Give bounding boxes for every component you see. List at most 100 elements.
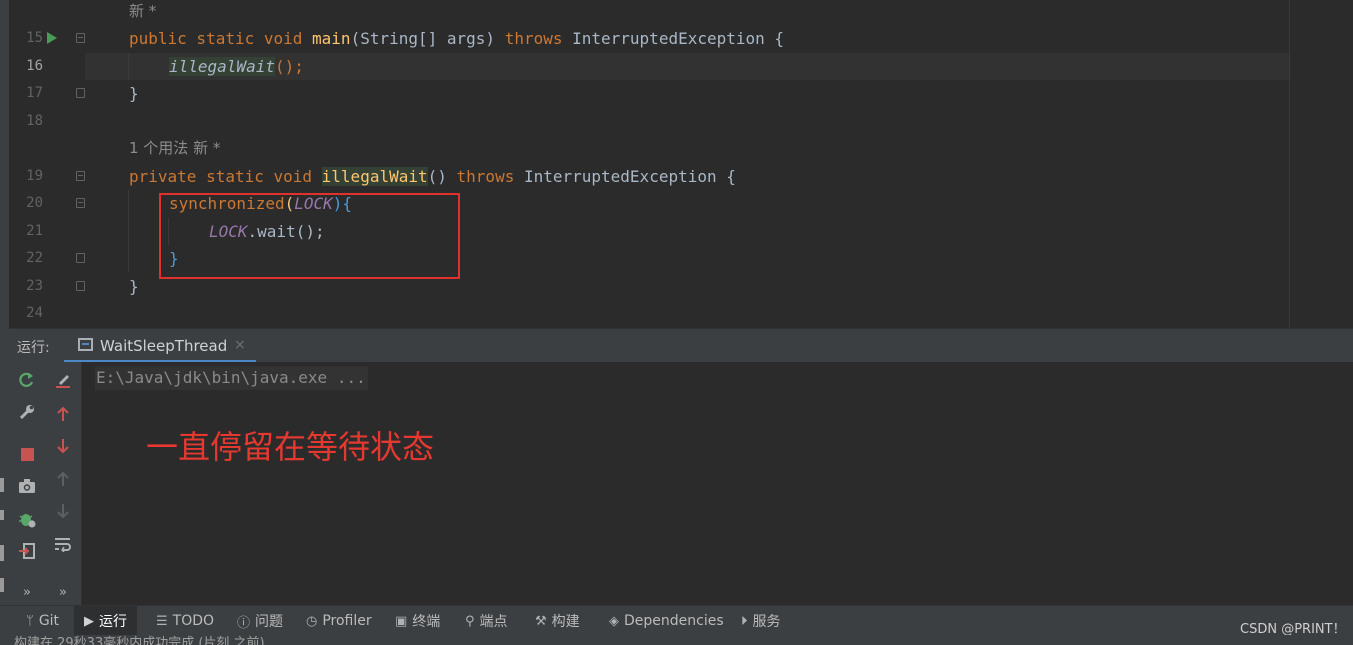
tab-todo[interactable]: ☰ TODO (150, 606, 220, 636)
code-line-19[interactable]: private static void illegalWait() throws… (129, 163, 736, 190)
console-window-icon (78, 338, 93, 351)
hammer-icon: ⚒ (535, 613, 547, 629)
line-number: 20 (26, 195, 43, 211)
code-editor[interactable]: 新 * 1 个用法 新 * 15 16 17 18 19 20 21 22 23… (0, 0, 1353, 328)
tab-label: 构建 (551, 614, 580, 630)
build-status-text[interactable]: 构建在 29秒33毫秒内成功完成 (片刻 之前) (14, 637, 265, 645)
clear-console-icon[interactable] (51, 368, 75, 392)
favorites-tab-marker[interactable] (0, 545, 4, 561)
tab-build[interactable]: ⚒ 构建 (529, 606, 586, 636)
code-method-name: main (312, 29, 351, 48)
tab-label: Profiler (322, 613, 372, 629)
list-icon: ☰ (156, 613, 168, 629)
soft-wrap-icon[interactable] (51, 532, 75, 556)
tab-label: 服务 (752, 614, 781, 630)
more-actions-icon[interactable]: » (15, 580, 39, 604)
tab-run[interactable]: ▶ 运行 (74, 606, 137, 636)
structure-tab-marker[interactable] (0, 478, 4, 492)
tab-git[interactable]: ᛘ Git (20, 606, 65, 636)
gutter-line-16: 16 (9, 53, 85, 80)
line-number: 21 (26, 223, 43, 239)
scroll-up-icon[interactable] (51, 467, 75, 491)
wrench-icon[interactable] (15, 400, 39, 424)
code-method-name: illegalWait (321, 167, 428, 186)
fold-marker-icon[interactable] (76, 198, 85, 208)
close-tab-icon[interactable]: × (234, 337, 246, 353)
code-method-call: illegalWait (169, 57, 275, 76)
inlay-hint-usages[interactable]: 1 个用法 新 * (129, 135, 220, 162)
tab-profiler[interactable]: ◷ Profiler (300, 606, 378, 636)
code-line-23[interactable]: } (129, 273, 139, 300)
problems-icon: ⓘ (237, 615, 251, 631)
run-main-icon[interactable] (47, 32, 57, 44)
run-icon: ▶ (84, 613, 94, 629)
gutter-line-17: 17 (9, 80, 85, 107)
tab-problems[interactable]: ⓘ 问题 (231, 606, 289, 636)
rerun-icon[interactable] (15, 368, 39, 392)
annotation-highlight-box (159, 193, 460, 279)
gutter-line-21: 21 (9, 218, 85, 245)
tab-services[interactable]: ⏵ 服务 (735, 606, 787, 636)
fold-end-icon[interactable] (76, 253, 85, 263)
run-toolbar-primary: » (9, 362, 45, 605)
tab-endpoints[interactable]: ⚲ 端点 (459, 606, 514, 636)
stop-icon[interactable] (15, 442, 39, 466)
code-line-16[interactable]: illegalWait(); (169, 53, 304, 80)
tab-dependencies[interactable]: ◈ Dependencies (603, 606, 730, 636)
tab-label: 问题 (255, 614, 284, 630)
database-tab-marker[interactable] (0, 578, 4, 592)
fold-end-icon[interactable] (76, 88, 85, 98)
bottom-tool-bar: ᛘ Git ▶ 运行 ☰ TODO ⓘ 问题 ◷ Profiler ▣ 终端 ⚲ 端点 ⚒ 构建… (0, 605, 1353, 636)
fold-end-icon[interactable] (76, 281, 85, 291)
line-number: 24 (26, 305, 43, 321)
tab-label: 端点 (479, 614, 508, 630)
gutter-line-18: 18 (9, 108, 85, 135)
console-command-line[interactable]: E:\Java\jdk\bin\java.exe ... (95, 366, 368, 390)
gutter-line-24: 24 (9, 300, 85, 327)
bookmarks-tab-marker[interactable] (0, 510, 4, 520)
run-tab-label: WaitSleepThread (100, 337, 228, 355)
line-number: 16 (26, 58, 43, 74)
tab-label: 终端 (412, 614, 441, 630)
run-config-tab[interactable]: WaitSleepThread × (64, 329, 256, 363)
code-text: (String[] args) (350, 29, 505, 48)
tab-label: TODO (172, 613, 215, 629)
inlay-hint-main[interactable]: 新 * (129, 0, 156, 25)
run-toolbar-secondary: » (45, 362, 82, 605)
fold-marker-icon[interactable] (76, 33, 85, 43)
run-console[interactable]: E:\Java\jdk\bin\java.exe ... 一直停留在等待状态 (82, 362, 1353, 605)
arrow-up-icon[interactable] (51, 402, 75, 426)
line-number: 18 (26, 113, 43, 129)
code-keyword: throws (504, 29, 563, 48)
code-text: () (427, 167, 457, 186)
code-keyword: public static void (129, 29, 313, 48)
run-tool-window-header: 运行: WaitSleepThread × (9, 328, 1353, 363)
code-text: } (129, 84, 139, 103)
left-tool-strip (0, 0, 9, 645)
fold-marker-icon[interactable] (76, 171, 85, 181)
gutter-line-23: 23 (9, 273, 85, 300)
profiler-icon: ◷ (306, 613, 318, 629)
endpoints-icon: ⚲ (465, 613, 475, 629)
code-keyword: throws (456, 167, 515, 186)
services-icon: ⏵ (741, 613, 748, 629)
run-label: 运行: (17, 340, 50, 356)
camera-icon[interactable] (15, 474, 39, 498)
debug-bug-icon[interactable] (15, 507, 39, 531)
code-keyword: private static void (129, 167, 322, 186)
git-branch-icon: ᛘ (26, 613, 34, 629)
indent-guide (128, 53, 129, 80)
terminal-icon: ▣ (395, 613, 408, 629)
scroll-down-icon[interactable] (51, 499, 75, 523)
gutter-line-20: 20 (9, 190, 85, 217)
more-actions-icon[interactable]: » (51, 580, 75, 604)
code-line-15[interactable]: public static void main(String[] args) t… (129, 25, 784, 52)
annotation-text: 一直停留在等待状态 (146, 428, 435, 466)
arrow-down-icon[interactable] (51, 434, 75, 458)
line-number: 15 (26, 30, 43, 46)
exit-icon[interactable] (15, 539, 39, 563)
tab-terminal[interactable]: ▣ 终端 (389, 606, 446, 636)
code-line-17[interactable]: } (129, 80, 139, 107)
status-bar: 构建在 29秒33毫秒内成功完成 (片刻 之前) (0, 635, 1353, 645)
line-number: 19 (26, 168, 43, 184)
